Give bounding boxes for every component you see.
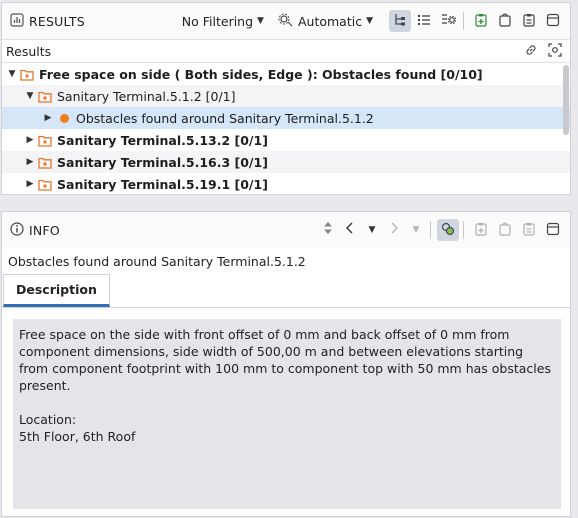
forward-dropdown-button[interactable]: ▼ [406, 219, 426, 241]
settings-list-button[interactable] [437, 10, 459, 32]
link-button[interactable] [520, 40, 542, 62]
description-content: Free space on the side with front offset… [13, 319, 561, 509]
list-view-button[interactable] [413, 10, 435, 32]
folder-icon [38, 178, 52, 191]
clipboard-list-button[interactable] [518, 10, 540, 32]
info-title: INFO [10, 221, 60, 239]
filter-dropdown-label: No Filtering [181, 13, 254, 29]
focus-target-icon [548, 42, 562, 60]
mode-dropdown-label: Automatic [297, 13, 363, 29]
info-tabs: Description [2, 274, 570, 308]
results-title: RESULTS [10, 12, 85, 30]
tree-row-label: Sanitary Terminal.5.13.2 [0/1] [57, 132, 268, 148]
clipboard-icon [498, 12, 512, 30]
issue-dot-icon [60, 113, 69, 123]
tree-row-rule[interactable]: ▼ Free space on side ( Both sides, Edge … [2, 63, 570, 85]
info-navigation: ▼ ▼ [318, 219, 426, 241]
tree-view-button[interactable] [389, 10, 411, 32]
window-layout-icon [546, 222, 560, 239]
previous-button[interactable] [340, 219, 360, 241]
clipboard-list-icon [522, 13, 536, 30]
results-tree: ▼ Free space on side ( Both sides, Edge … [2, 63, 570, 194]
clipboard-button[interactable] [494, 219, 516, 241]
tree-view-icon [393, 13, 407, 30]
tree-row-issue[interactable]: ▶ Obstacles found around Sanitary Termin… [2, 107, 570, 129]
tree-row-group[interactable]: ▼ Sanitary Terminal.5.1.2 [0/1] [2, 85, 570, 107]
info-icon [10, 221, 24, 239]
tree-row-label: Sanitary Terminal.5.16.3 [0/1] [57, 154, 268, 170]
list-icon [417, 13, 431, 30]
info-header: INFO ▼ ▼ [2, 212, 570, 248]
tree-row-label: Sanitary Terminal.5.19.1 [0/1] [57, 176, 268, 192]
folder-icon [38, 134, 52, 147]
next-button[interactable] [384, 219, 404, 241]
tree-row-label: Free space on side ( Both sides, Edge ):… [39, 66, 483, 82]
results-header: RESULTS No Filtering ▼ Automatic ▼ [2, 3, 570, 39]
tree-row-label: Sanitary Terminal.5.1.2 [0/1] [57, 88, 236, 104]
history-dropdown-button[interactable]: ▼ [362, 219, 382, 241]
results-panel: RESULTS No Filtering ▼ Automatic ▼ Resul… [1, 2, 571, 195]
mode-dropdown[interactable]: Automatic ▼ [278, 13, 373, 30]
focus-button[interactable] [544, 40, 566, 62]
chevron-down-icon[interactable]: ▼ [22, 91, 38, 101]
chevron-right-icon [389, 221, 399, 239]
results-sub-header: Results [2, 39, 570, 63]
window-layout-icon [546, 13, 560, 30]
chevron-right-icon[interactable]: ▶ [22, 135, 38, 145]
layout-button[interactable] [542, 10, 564, 32]
chevron-right-icon[interactable]: ▶ [40, 113, 56, 123]
description-text: Free space on the side with front offset… [19, 327, 551, 444]
automatic-gear-icon [278, 13, 294, 30]
tree-row-label: Obstacles found around Sanitary Terminal… [76, 110, 374, 126]
results-chart-icon [10, 12, 24, 30]
chevron-right-icon[interactable]: ▶ [22, 157, 38, 167]
highlight-toggle-button[interactable] [437, 219, 459, 241]
results-scrollbar[interactable] [563, 65, 569, 135]
chevron-left-icon [345, 221, 355, 239]
add-clipboard-icon [474, 222, 488, 239]
add-clipboard-icon [474, 13, 488, 30]
toolbar-separator [430, 221, 431, 239]
chevron-right-icon[interactable]: ▶ [22, 179, 38, 189]
filter-dropdown[interactable]: No Filtering ▼ [182, 14, 264, 29]
chevron-down-icon[interactable]: ▼ [4, 69, 20, 79]
highlight-objects-icon [441, 222, 455, 239]
results-title-label: RESULTS [29, 13, 85, 29]
tree-row-group[interactable]: ▶ Sanitary Terminal.5.13.2 [0/1] [2, 129, 570, 151]
sort-button[interactable] [318, 219, 338, 241]
add-issue-button[interactable] [470, 10, 492, 32]
toolbar-separator [463, 12, 464, 30]
results-sub-header-label: Results [6, 43, 52, 59]
settings-list-icon [441, 13, 456, 30]
tab-description[interactable]: Description [3, 274, 110, 307]
link-icon [524, 43, 538, 60]
chevron-down-icon: ▼ [368, 225, 376, 235]
sort-updown-icon [323, 221, 333, 239]
chevron-down-icon: ▼ [412, 225, 420, 235]
clipboard-list-button[interactable] [518, 219, 540, 241]
chevron-down-icon: ▼ [257, 16, 264, 26]
info-title-label: INFO [29, 222, 60, 238]
toolbar-separator [463, 221, 464, 239]
clipboard-icon [498, 221, 512, 239]
add-issue-button[interactable] [470, 219, 492, 241]
tree-row-group[interactable]: ▶ Sanitary Terminal.5.19.1 [0/1] [2, 173, 570, 194]
clipboard-list-icon [522, 222, 536, 239]
clipboard-button[interactable] [494, 10, 516, 32]
tree-row-group[interactable]: ▶ Sanitary Terminal.5.16.3 [0/1] [2, 151, 570, 173]
folder-icon [20, 68, 34, 81]
folder-icon [38, 156, 52, 169]
chevron-down-icon: ▼ [366, 16, 373, 26]
info-summary: Obstacles found around Sanitary Terminal… [8, 253, 306, 269]
layout-button[interactable] [542, 219, 564, 241]
info-panel: INFO ▼ ▼ Obstacles found around Sanitary… [1, 211, 571, 517]
folder-icon [38, 90, 52, 103]
